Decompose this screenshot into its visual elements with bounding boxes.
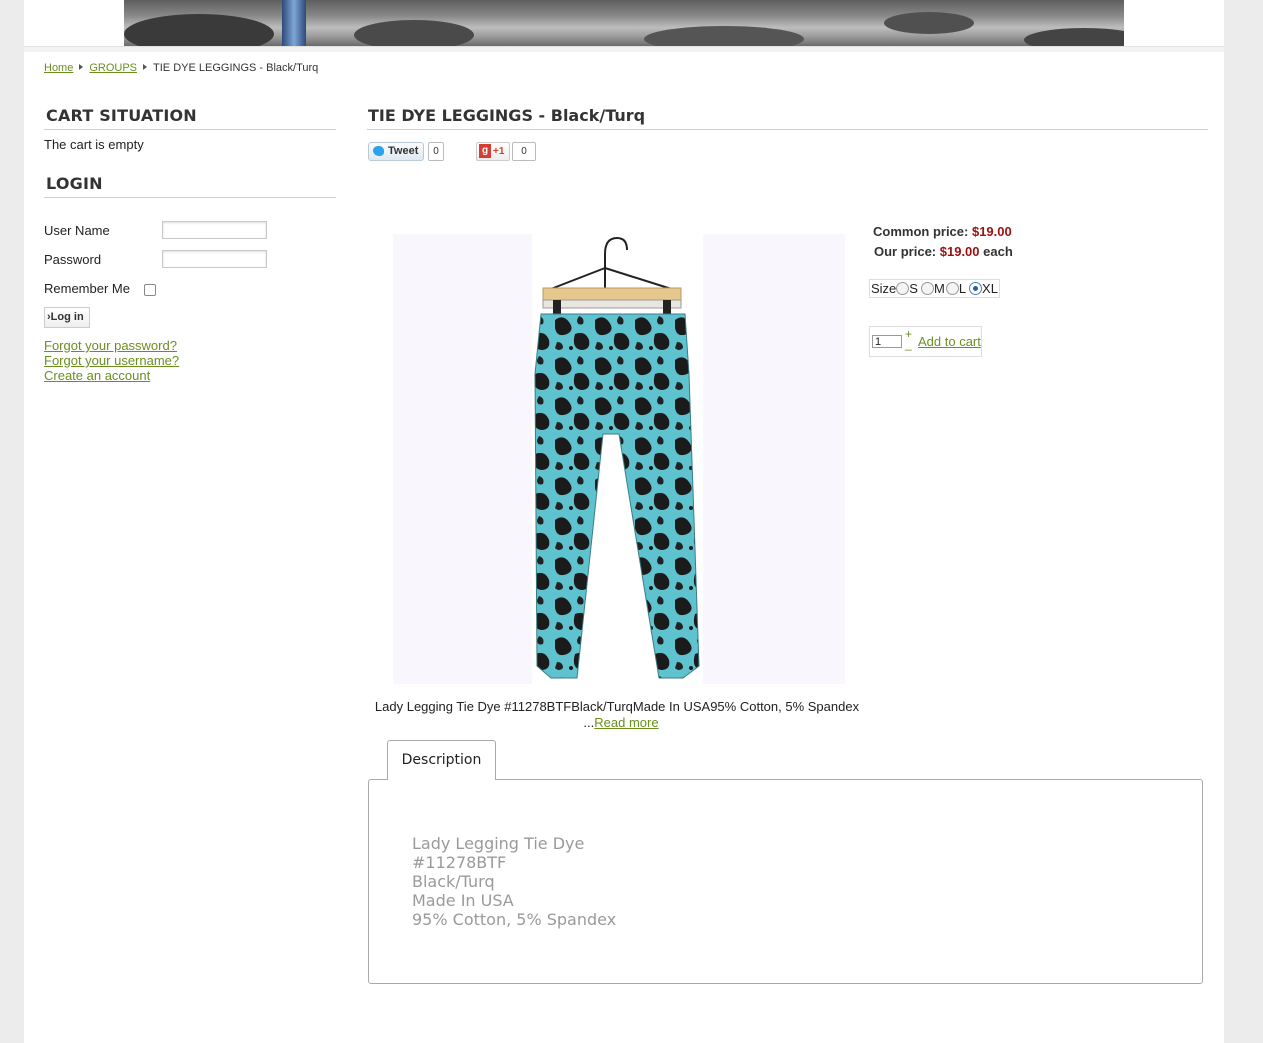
breadcrumb-groups-link[interactable]: GROUPS bbox=[89, 62, 137, 74]
add-to-cart-button[interactable]: Add to cart bbox=[918, 334, 981, 349]
description-line: Made In USA bbox=[412, 891, 514, 910]
page: Home GROUPS TIE DYE LEGGINGS - Black/Turq … bbox=[24, 0, 1224, 1043]
size-label: Size bbox=[871, 281, 897, 296]
ellipsis: ... bbox=[583, 715, 595, 730]
product-title: TIE DYE LEGGINGS - Black/Turq bbox=[367, 106, 1208, 130]
read-more-link[interactable]: Read more bbox=[594, 715, 658, 730]
description-line: Black/Turq bbox=[412, 872, 495, 891]
forgot-password-link[interactable]: Forgot your password? bbox=[44, 338, 177, 353]
size-radio-l[interactable] bbox=[945, 282, 959, 295]
tweet-count: 0 bbox=[428, 142, 444, 161]
description-line: Lady Legging Tie Dye bbox=[412, 834, 585, 853]
add-to-cart-box: 1 + _ Add to cart bbox=[869, 326, 982, 357]
login-button[interactable]: ›Log in bbox=[44, 307, 90, 328]
tab-description[interactable]: Description bbox=[387, 740, 496, 780]
legging-illustration bbox=[534, 236, 700, 679]
size-option-label: L bbox=[958, 281, 967, 296]
create-account-link[interactable]: Create an account bbox=[44, 368, 150, 383]
username-label: User Name bbox=[44, 223, 110, 238]
breadcrumb-arrow-icon bbox=[143, 64, 148, 70]
short-description-text: Lady Legging Tie Dye #11278BTFBlack/Turq… bbox=[374, 699, 860, 714]
username-input[interactable] bbox=[162, 221, 267, 239]
size-selector: Size S M L XL bbox=[869, 279, 1000, 298]
header-banner-image bbox=[124, 0, 1124, 46]
description-text: Lady Legging Tie Dye #11278BTF Black/Tur… bbox=[412, 834, 616, 929]
login-heading: LOGIN bbox=[44, 174, 336, 198]
size-radio-s[interactable] bbox=[896, 282, 910, 295]
quantity-decrease-button[interactable]: _ bbox=[905, 337, 912, 351]
size-radio-xl[interactable] bbox=[969, 282, 983, 295]
google-plus-label: +1 bbox=[493, 146, 505, 157]
our-price-value: $19.00 bbox=[939, 244, 980, 259]
description-line: #11278BTF bbox=[412, 853, 507, 872]
quantity-input[interactable]: 1 bbox=[872, 335, 902, 348]
short-description: Lady Legging Tie Dye #11278BTFBlack/Turq… bbox=[367, 699, 867, 730]
our-price-row: Our price: $19.00 each bbox=[874, 244, 1013, 259]
size-option-label: XL bbox=[982, 281, 998, 296]
banner-model-legs bbox=[282, 0, 306, 46]
cart-heading: CART SITUATION bbox=[44, 106, 336, 130]
twitter-bird-icon bbox=[373, 146, 384, 156]
breadcrumb-current: TIE DYE LEGGINGS - Black/Turq bbox=[153, 62, 319, 74]
header-divider bbox=[24, 46, 1224, 52]
google-plus-icon: g bbox=[479, 144, 491, 158]
breadcrumb-arrow-icon bbox=[79, 64, 84, 70]
our-price-suffix: each bbox=[983, 244, 1013, 259]
common-price-row: Common price: $19.00 bbox=[873, 224, 1012, 239]
size-option-label: S bbox=[909, 281, 918, 296]
password-label: Password bbox=[44, 252, 102, 267]
description-panel: Lady Legging Tie Dye #11278BTF Black/Tur… bbox=[368, 779, 1203, 984]
common-price-value: $19.00 bbox=[971, 224, 1012, 239]
description-line: 95% Cotton, 5% Spandex bbox=[412, 910, 617, 929]
google-plus-count: 0 bbox=[512, 142, 536, 161]
remember-me-checkbox[interactable] bbox=[144, 284, 156, 296]
breadcrumb: Home GROUPS TIE DYE LEGGINGS - Black/Turq bbox=[44, 62, 318, 74]
password-input[interactable] bbox=[162, 250, 267, 268]
tweet-button[interactable]: Tweet bbox=[368, 142, 424, 161]
google-plus-button[interactable]: g +1 bbox=[476, 142, 510, 161]
size-option-label: M bbox=[933, 281, 945, 296]
tweet-label: Tweet bbox=[388, 145, 419, 157]
size-radio-m[interactable] bbox=[920, 282, 934, 295]
login-button-label: Log in bbox=[50, 311, 84, 323]
read-more-row: ...Read more bbox=[367, 715, 867, 730]
our-price-label: Our price: bbox=[874, 244, 937, 259]
breadcrumb-home-link[interactable]: Home bbox=[44, 62, 73, 74]
common-price-label: Common price: bbox=[873, 224, 969, 239]
remember-me-label: Remember Me bbox=[44, 281, 130, 296]
cart-status: The cart is empty bbox=[44, 137, 144, 152]
forgot-username-link[interactable]: Forgot your username? bbox=[44, 353, 179, 368]
product-image[interactable] bbox=[393, 234, 845, 684]
